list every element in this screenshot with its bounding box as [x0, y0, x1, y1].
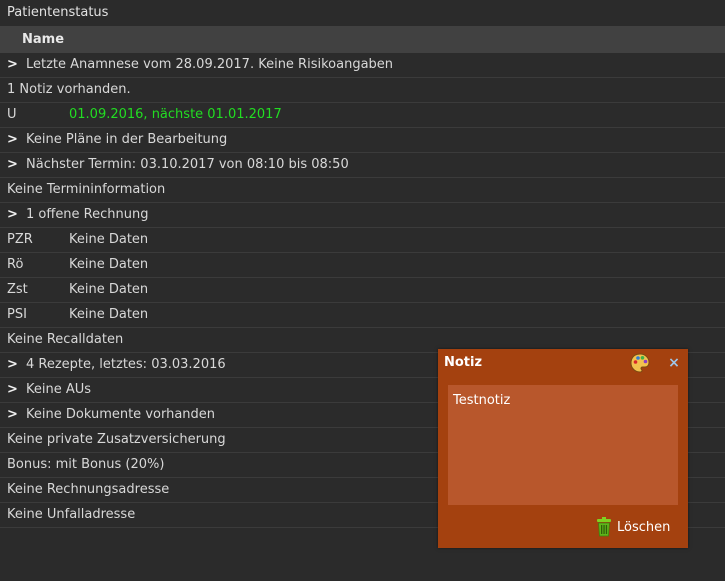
row-label: U: [7, 107, 17, 122]
row-roentgen: Rö Keine Daten: [0, 253, 725, 278]
delete-button[interactable]: Löschen: [596, 515, 670, 539]
column-header-name[interactable]: Name: [0, 26, 725, 53]
close-icon[interactable]: ×: [667, 349, 681, 377]
window-title: Patientenstatus: [0, 0, 725, 26]
row-label: PZR: [7, 232, 33, 247]
row-anamnese[interactable]: > Letzte Anamnese vom 28.09.2017. Keine …: [0, 53, 725, 78]
chevron-right-icon[interactable]: >: [7, 153, 19, 177]
row-label: Rö: [7, 257, 24, 272]
chevron-right-icon[interactable]: >: [7, 353, 19, 377]
row-text: Keine Unfalladresse: [7, 507, 136, 522]
row-text: Bonus: mit Bonus (20%): [7, 457, 165, 472]
note-content[interactable]: Testnotiz: [448, 385, 678, 505]
row-text: Keine Pläne in der Bearbeitung: [26, 132, 228, 147]
row-value: Keine Daten: [69, 282, 149, 297]
row-rechnung[interactable]: > 1 offene Rechnung: [0, 203, 725, 228]
row-text: 1 Notiz vorhanden.: [7, 82, 131, 97]
row-text: Keine AUs: [26, 382, 92, 397]
row-pzr: PZR Keine Daten: [0, 228, 725, 253]
chevron-right-icon[interactable]: >: [7, 53, 19, 77]
row-value-highlight: 01.09.2016, nächste 01.01.2017: [69, 107, 282, 122]
row-text: Keine Termininformation: [7, 182, 166, 197]
trash-icon: [597, 517, 611, 537]
note-title: Notiz: [444, 355, 483, 370]
chevron-right-icon[interactable]: >: [7, 378, 19, 402]
note-popup: Notiz × Testnotiz Löschen: [438, 349, 688, 548]
chevron-right-icon[interactable]: >: [7, 403, 19, 427]
row-psi: PSI Keine Daten: [0, 303, 725, 328]
row-label: PSI: [7, 307, 27, 322]
row-text: Keine Dokumente vorhanden: [26, 407, 216, 422]
row-termininfo: Keine Termininformation: [0, 178, 725, 203]
row-plaene[interactable]: > Keine Pläne in der Bearbeitung: [0, 128, 725, 153]
row-text: Nächster Termin: 03.10.2017 von 08:10 bi…: [26, 157, 349, 172]
row-text: 4 Rezepte, letztes: 03.03.2016: [26, 357, 226, 372]
row-label: Zst: [7, 282, 28, 297]
row-notiz[interactable]: 1 Notiz vorhanden.: [0, 78, 725, 103]
row-text: 1 offene Rechnung: [26, 207, 149, 222]
delete-label: Löschen: [617, 519, 671, 535]
row-text: Keine private Zusatzversicherung: [7, 432, 226, 447]
note-header: Notiz ×: [438, 349, 688, 377]
row-value: Keine Daten: [69, 307, 149, 322]
row-text: Keine Rechnungsadresse: [7, 482, 170, 497]
row-u: U 01.09.2016, nächste 01.01.2017: [0, 103, 725, 128]
chevron-right-icon[interactable]: >: [7, 128, 19, 152]
row-value: Keine Daten: [69, 257, 149, 272]
row-termin[interactable]: > Nächster Termin: 03.10.2017 von 08:10 …: [0, 153, 725, 178]
chevron-right-icon[interactable]: >: [7, 203, 19, 227]
row-text: Keine Recalldaten: [7, 332, 124, 347]
row-text: Letzte Anamnese vom 28.09.2017. Keine Ri…: [26, 57, 394, 72]
row-value: Keine Daten: [69, 232, 149, 247]
row-zst: Zst Keine Daten: [0, 278, 725, 303]
palette-icon[interactable]: [629, 352, 651, 374]
